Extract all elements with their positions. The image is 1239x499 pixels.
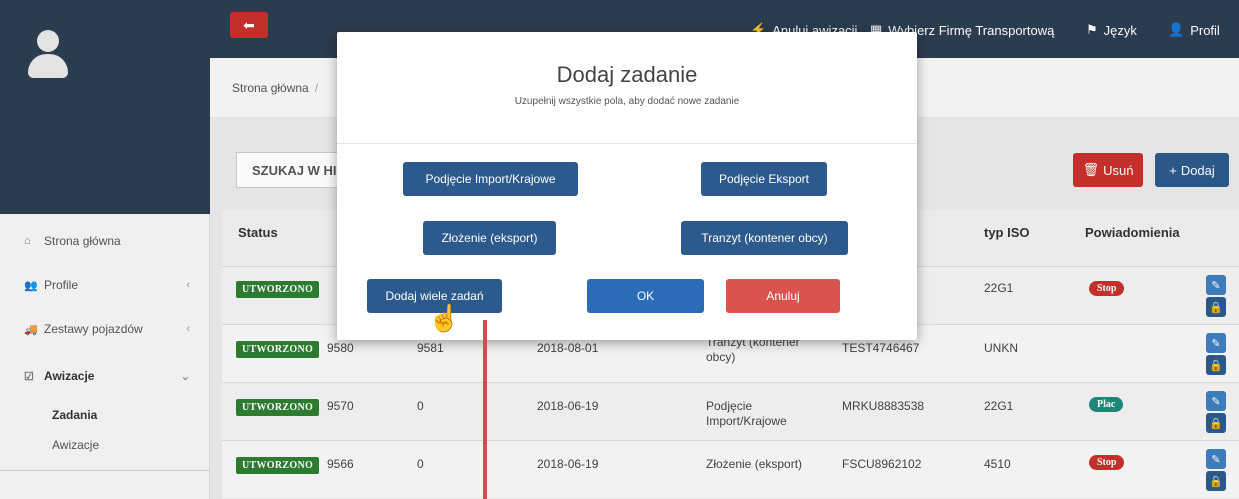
modal-title: Dodaj zadanie [556,62,698,87]
cancel-button[interactable]: Anuluj [726,279,840,313]
modal-header: Dodaj zadanie Uzupełnij wszystkie pola, … [337,32,917,144]
transit-button[interactable]: Tranzyt (kontener obcy) [681,221,848,255]
hand-pointer-cursor-icon: ☝ [428,303,461,333]
ok-button[interactable]: OK [587,279,704,313]
add-task-modal: Dodaj zadanie Uzupełnij wszystkie pola, … [337,32,917,340]
import-pickup-button[interactable]: Podjęcie Import/Krajowe [403,162,578,196]
modal-subtitle: Uzupełnij wszystkie pola, aby dodać nowe… [514,96,740,107]
export-pickup-button[interactable]: Podjęcie Eksport [701,162,827,196]
annotation-line [483,320,487,499]
export-delivery-button[interactable]: Złożenie (eksport) [423,221,556,255]
